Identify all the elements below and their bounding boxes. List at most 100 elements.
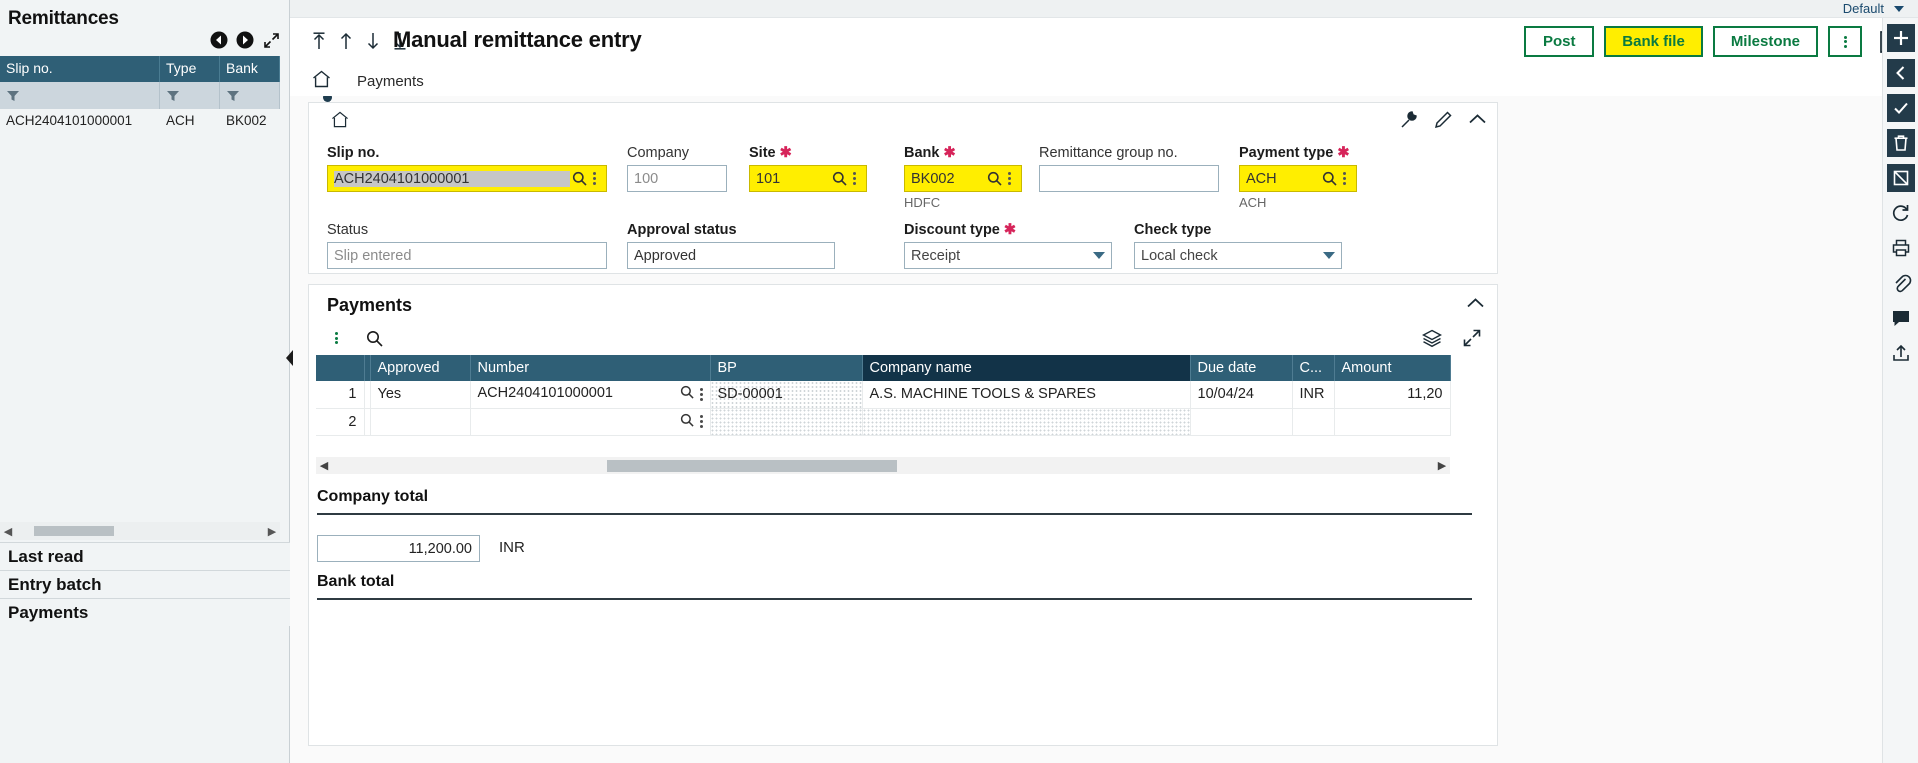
col-due-date[interactable]: Due date [1190,355,1293,381]
home-icon[interactable] [312,70,331,93]
cell-due-date[interactable]: 10/04/24 [1190,381,1293,409]
prev-record-icon[interactable] [209,30,229,50]
input-company[interactable]: 100 [627,165,727,192]
chevron-down-icon[interactable] [1323,252,1335,259]
col-type[interactable]: Type [160,56,220,82]
tools-icon[interactable] [1399,109,1419,129]
input-bank[interactable]: BK002 [904,165,1022,192]
slip-no-kebab-icon[interactable] [588,171,600,186]
input-approval-status[interactable]: Approved [627,242,835,269]
scroll-thumb[interactable] [34,526,114,536]
breadcrumb-payments[interactable]: Payments [357,73,424,90]
cell-amount[interactable] [1334,408,1451,436]
cell-number[interactable] [470,408,711,436]
more-actions-kebab-icon[interactable] [1828,26,1862,57]
grid-horizontal-scrollbar[interactable]: ◀ ▶ [316,457,1450,474]
cell-currency[interactable] [1292,408,1335,436]
table-row[interactable]: 2 [316,408,1451,436]
payment-type-kebab-icon[interactable] [1338,171,1350,186]
grid-actions-kebab-icon[interactable] [325,327,347,349]
number-kebab-icon[interactable] [699,414,703,429]
collapse-card-icon[interactable] [1467,109,1487,129]
scroll-track[interactable] [16,526,264,536]
search-icon[interactable] [830,171,848,186]
cancel-icon[interactable] [1886,164,1915,192]
sidebar-item-entry-batch[interactable]: Entry batch [0,570,290,598]
cell-approved[interactable]: Yes [370,381,471,409]
search-icon[interactable] [680,413,694,431]
input-status[interactable]: Slip entered [327,242,607,269]
col-number[interactable]: Number [470,355,711,381]
col-company-name[interactable]: Company name [862,355,1191,381]
check-icon[interactable] [1886,94,1915,122]
post-button[interactable]: Post [1524,26,1595,57]
col-bank[interactable]: Bank [220,56,280,82]
grid-scroll-track[interactable] [332,459,1434,472]
share-icon[interactable] [1887,339,1915,367]
refresh-icon[interactable] [1887,199,1915,227]
input-remittance-group-no[interactable] [1039,165,1219,192]
chevron-left-icon[interactable] [1886,59,1915,87]
col-amount[interactable]: Amount [1334,355,1451,381]
scroll-right-arrow[interactable]: ▶ [264,525,280,538]
filter-bank[interactable] [220,82,280,109]
chevron-down-icon[interactable] [1093,252,1105,259]
print-icon[interactable] [1887,234,1915,262]
bank-file-button[interactable]: Bank file [1604,26,1703,57]
plus-icon[interactable] [1886,24,1915,52]
home-icon-small[interactable] [331,111,349,133]
collapse-panel-handle[interactable] [284,348,296,368]
cell-currency[interactable]: INR [1292,381,1335,409]
profile-selector-label[interactable]: Default [1843,1,1884,16]
grid-scroll-thumb[interactable] [607,459,897,472]
edit-pencil-icon[interactable] [1433,109,1453,129]
input-payment-type[interactable]: ACH [1239,165,1357,192]
scroll-left-arrow[interactable]: ◀ [0,525,16,538]
sidebar-item-last-read[interactable]: Last read [0,542,290,570]
collapse-payments-icon[interactable] [1466,297,1485,315]
col-approved[interactable]: Approved [370,355,471,381]
select-discount-type[interactable]: Receipt [904,242,1112,269]
search-icon[interactable] [570,171,588,186]
search-icon[interactable] [680,385,694,403]
next-record-icon[interactable] [235,30,255,50]
select-check-type[interactable]: Local check [1134,242,1342,269]
next-record-icon[interactable] [364,30,382,52]
chevron-down-icon[interactable] [1894,6,1904,12]
grid-search-icon[interactable] [363,327,385,349]
col-rownum[interactable] [316,355,365,381]
cell-due-date[interactable] [1190,408,1293,436]
input-slip-no[interactable]: ACH2404101000001 [327,165,607,192]
search-icon[interactable] [985,171,1003,186]
cell-bp[interactable] [710,408,863,436]
col-bp[interactable]: BP [710,355,863,381]
search-icon[interactable] [1320,171,1338,186]
first-record-icon[interactable] [310,30,328,52]
cell-bp[interactable]: SD-00001 [710,381,863,409]
cell-approved[interactable] [370,408,471,436]
col-currency[interactable]: C... [1292,355,1335,381]
company-total-value[interactable]: 11,200.00 [317,535,480,562]
input-site[interactable]: 101 [749,165,867,192]
table-row[interactable]: 1 Yes ACH2404101000001 SD-00001 A.S. MAC… [316,381,1451,409]
attachment-icon[interactable] [1887,269,1915,297]
comment-icon[interactable] [1887,304,1915,332]
cell-company-name[interactable]: A.S. MACHINE TOOLS & SPARES [862,381,1191,409]
expand-panel-icon[interactable] [261,30,281,50]
number-kebab-icon[interactable] [699,387,703,402]
grid-scroll-right-arrow[interactable]: ▶ [1434,459,1450,472]
table-row[interactable]: ACH2404101000001 ACH BK002 [0,109,280,135]
filter-type[interactable] [160,82,220,109]
sidebar-item-payments[interactable]: Payments [0,598,290,626]
trash-icon[interactable] [1886,129,1915,157]
bank-kebab-icon[interactable] [1003,171,1015,186]
milestone-button[interactable]: Milestone [1712,26,1818,57]
left-panel-horizontal-scrollbar[interactable]: ◀ ▶ [0,522,280,540]
filter-slip-no[interactable] [0,82,160,109]
expand-grid-icon[interactable] [1461,327,1483,349]
cell-company-name[interactable] [862,408,1191,436]
col-slip-no[interactable]: Slip no. [0,56,160,82]
previous-record-icon[interactable] [337,30,355,52]
cell-number[interactable]: ACH2404101000001 [470,381,711,409]
grid-scroll-left-arrow[interactable]: ◀ [316,459,332,472]
